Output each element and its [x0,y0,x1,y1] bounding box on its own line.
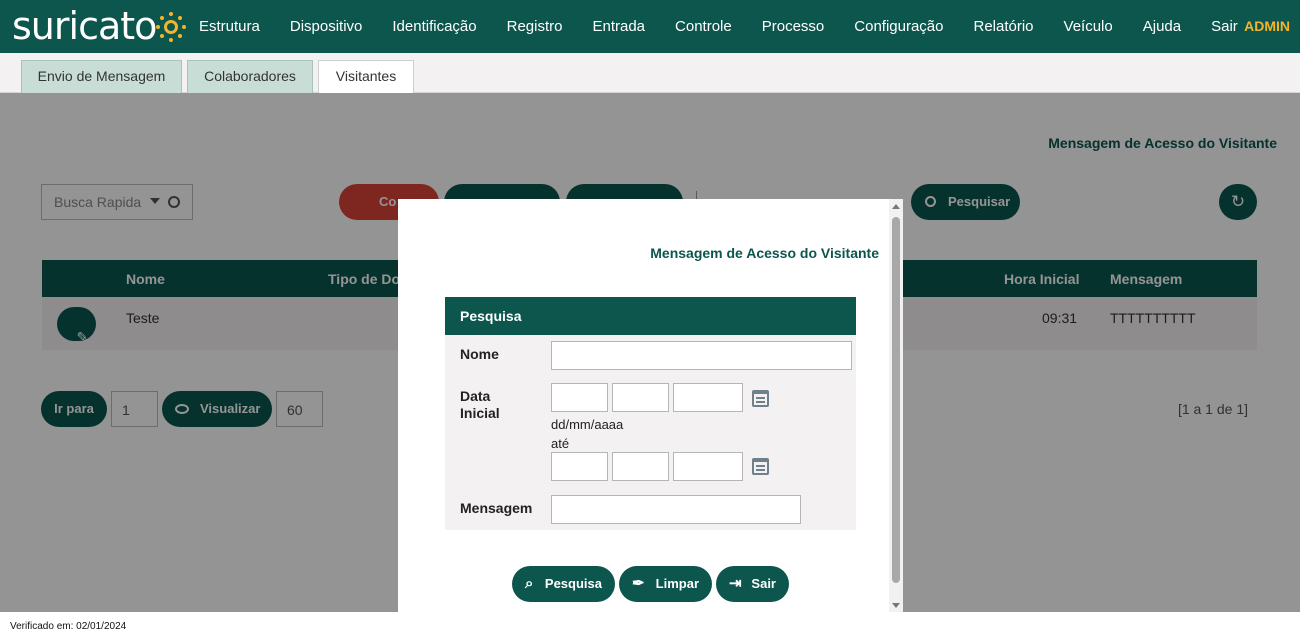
logo-text: suricato [12,4,157,48]
nome-label: Nome [460,346,499,362]
date-format-hint: dd/mm/aaaa [551,417,624,432]
menu-processo[interactable]: Processo [747,18,840,35]
mensagem-input[interactable] [551,495,801,524]
top-navbar: suricato Estrutura Dispositivo Identific… [0,0,1300,53]
menu-veiculo[interactable]: Veículo [1049,18,1128,35]
menu-registro[interactable]: Registro [492,18,578,35]
date-start-year-input[interactable] [673,383,743,412]
footer: Verificado em: 02/01/2024 [0,612,1300,642]
verified-date: Verificado em: 02/01/2024 [10,621,127,632]
broom-icon: ✒ [632,575,645,592]
date-end-day-input[interactable] [551,452,608,481]
modal-search-label: Pesquisa [544,576,602,591]
search-modal: Mensagem de Acesso do Visitante Pesquisa… [398,199,903,612]
date-start-day-input[interactable] [551,383,608,412]
exit-label: Sair [751,576,776,591]
tab-strip: Envio de Mensagem Colaboradores Visitant… [0,53,1300,94]
tab-visitantes[interactable]: Visitantes [318,60,414,94]
tab-colaboradores[interactable]: Colaboradores [187,60,313,93]
menu-controle[interactable]: Controle [660,18,747,35]
menu-entrada[interactable]: Entrada [577,18,660,35]
exit-button[interactable]: ⇥ Sair [716,566,789,602]
modal-search-button[interactable]: ⌕ Pesquisa [512,566,615,602]
clear-button[interactable]: ✒ Limpar [619,566,712,602]
main-menu: Estrutura Dispositivo Identificação Regi… [184,0,1253,53]
menu-ajuda[interactable]: Ajuda [1128,18,1196,35]
data-inicial-label-line1: Data [460,388,491,404]
ate-label: até [551,436,570,451]
search-panel: Pesquisa Nome Data Inicial dd/mm/aaaa at… [445,297,856,530]
calendar-icon[interactable] [752,390,769,407]
date-start-month-input[interactable] [612,383,669,412]
user-menu[interactable]: ADMIN [1244,0,1290,53]
calendar-icon[interactable] [752,458,769,475]
data-inicial-label-line2: Inicial [460,405,500,421]
scroll-thumb[interactable] [892,217,900,583]
date-end-year-input[interactable] [673,452,743,481]
sign-out-icon: ⇥ [729,575,742,592]
search-icon: ⌕ [525,575,534,592]
menu-relatorio[interactable]: Relatório [959,18,1049,35]
suricato-logo[interactable]: suricato [12,4,187,48]
tab-envio-de-mensagem[interactable]: Envio de Mensagem [21,60,182,93]
menu-configuracao[interactable]: Configuração [839,18,958,35]
clear-label: Limpar [655,576,699,591]
menu-estrutura[interactable]: Estrutura [184,18,275,35]
scroll-up-arrow-icon[interactable] [892,204,900,209]
date-end-month-input[interactable] [612,452,669,481]
nome-input[interactable] [551,341,852,370]
scroll-down-arrow-icon[interactable] [892,603,900,608]
menu-identificacao[interactable]: Identificação [377,18,491,35]
sun-icon [156,12,187,42]
panel-title: Pesquisa [445,297,856,335]
modal-title: Mensagem de Acesso do Visitante [650,245,879,261]
modal-scrollbar[interactable] [889,199,903,612]
mensagem-label: Mensagem [460,500,533,516]
menu-dispositivo[interactable]: Dispositivo [275,18,378,35]
